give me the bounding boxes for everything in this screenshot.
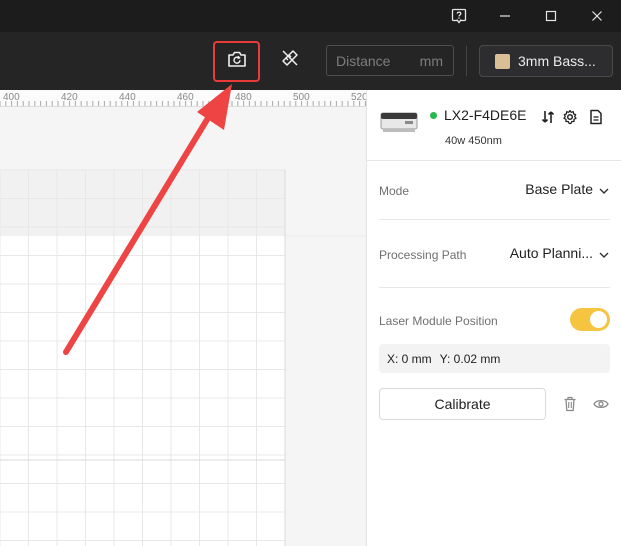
ruler-label: 500 bbox=[293, 92, 310, 103]
toolbar-divider bbox=[466, 46, 467, 76]
measure-button[interactable] bbox=[274, 44, 306, 76]
material-swatch bbox=[495, 53, 510, 69]
ruler-label: 400 bbox=[3, 92, 20, 103]
work-canvas[interactable] bbox=[0, 107, 366, 546]
eye-icon[interactable] bbox=[593, 398, 609, 410]
mode-select[interactable]: Base Plate bbox=[525, 181, 609, 197]
app-window: Distance mm 3mm Bass... 400 420 440 460 480 5… bbox=[0, 0, 621, 546]
maximize-icon[interactable] bbox=[528, 0, 574, 32]
chevron-down-icon bbox=[599, 181, 609, 197]
distance-unit: mm bbox=[419, 52, 443, 69]
laser-coordinates: X: 0 mm Y: 0.02 mm bbox=[379, 344, 610, 373]
mode-value: Base Plate bbox=[525, 181, 593, 197]
camera-button[interactable] bbox=[213, 41, 260, 82]
material-select-button[interactable]: 3mm Bass... bbox=[479, 45, 613, 77]
chevron-down-icon bbox=[599, 245, 609, 261]
horizontal-ruler: 400 420 440 460 480 500 520 bbox=[0, 90, 366, 107]
device-spec: 40w 450nm bbox=[445, 135, 502, 147]
camera-refresh-icon bbox=[227, 50, 247, 73]
ruler-label: 460 bbox=[177, 92, 194, 103]
panel-divider bbox=[367, 160, 621, 161]
device-name: LX2-F4DE6E bbox=[444, 107, 527, 123]
calibrate-button[interactable]: Calibrate bbox=[379, 388, 546, 420]
distance-input[interactable]: Distance mm bbox=[326, 45, 454, 76]
device-panel: LX2-F4DE6E 40w 450nm Mode Base Plate Pro… bbox=[366, 90, 621, 546]
distance-placeholder: Distance bbox=[336, 52, 391, 69]
swap-arrows-icon[interactable] bbox=[540, 109, 556, 125]
toggle-knob bbox=[590, 311, 607, 328]
laser-device-icon bbox=[380, 112, 418, 132]
device-status-indicator bbox=[430, 112, 437, 119]
help-question-icon[interactable] bbox=[436, 0, 482, 32]
material-label: 3mm Bass... bbox=[518, 53, 596, 69]
coord-y: Y: 0.02 mm bbox=[439, 351, 501, 366]
title-bar bbox=[0, 0, 621, 32]
ruler-label: 440 bbox=[119, 92, 136, 103]
processing-path-select[interactable]: Auto Planni... bbox=[510, 245, 609, 261]
ruler-label: 420 bbox=[61, 92, 78, 103]
mode-label: Mode bbox=[379, 184, 410, 198]
laser-position-toggle[interactable] bbox=[570, 308, 610, 331]
ruler-pencil-icon bbox=[280, 48, 300, 73]
ruler-label: 520 bbox=[351, 92, 366, 103]
row-divider bbox=[379, 219, 610, 220]
close-icon[interactable] bbox=[574, 0, 620, 32]
gear-icon[interactable] bbox=[562, 109, 578, 125]
minimize-icon[interactable] bbox=[482, 0, 528, 32]
row-divider bbox=[379, 287, 610, 288]
trash-icon[interactable] bbox=[563, 396, 577, 412]
laser-module-position-label: Laser Module Position bbox=[379, 314, 498, 328]
processing-path-value: Auto Planni... bbox=[509, 245, 593, 261]
coord-x: X: 0 mm bbox=[387, 351, 432, 366]
document-icon[interactable] bbox=[588, 109, 604, 125]
toolbar: Distance mm 3mm Bass... bbox=[0, 32, 621, 90]
processing-path-label: Processing Path bbox=[379, 248, 467, 262]
device-header: LX2-F4DE6E 40w 450nm bbox=[367, 90, 621, 160]
ruler-label: 480 bbox=[235, 92, 252, 103]
